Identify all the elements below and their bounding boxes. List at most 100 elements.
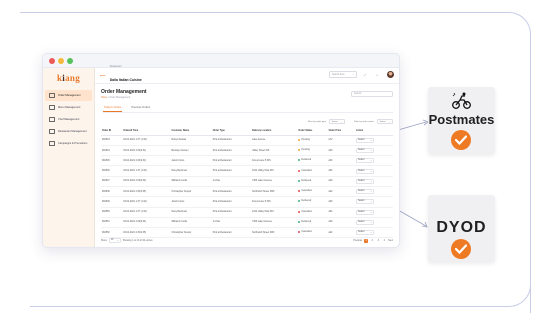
check-icon [455, 135, 467, 145]
table-cell: £22 [327, 186, 356, 198]
table-cell: Pick at Restaurant [211, 155, 252, 167]
page-button[interactable]: 1 [364, 238, 369, 243]
action-select[interactable]: Select ⌄ [355, 227, 393, 239]
dyod-check-badge [451, 239, 471, 259]
table-cell: Forest Lane 5 WS [251, 196, 298, 208]
close-dot[interactable] [49, 57, 55, 64]
page-button[interactable]: 3 [376, 239, 380, 243]
notification-icon[interactable]: ⌂ [376, 73, 378, 77]
status-badge: Pending [297, 145, 328, 157]
action-select[interactable]: Select ⌄ [355, 165, 393, 177]
table-cell: Dany Beckman [170, 207, 212, 218]
sidebar-item-campaigns[interactable]: Campaigns & Promotions [45, 138, 92, 149]
maximize-dot[interactable] [67, 57, 73, 64]
next-page-button[interactable]: Next [388, 240, 393, 242]
table-row: 994546 03-04-2021 1:37 (1:42) Dany Beckman… [101, 165, 393, 177]
tab-todays-orders[interactable]: Today's Orders [103, 104, 123, 112]
col-order-id[interactable]: Order ID [101, 128, 123, 136]
action-select[interactable]: Select ⌄ [355, 186, 393, 198]
status-dot [298, 169, 301, 172]
action-select[interactable]: Select ⌄ [355, 207, 393, 218]
page-size-select[interactable]: 10 ⌄ [108, 238, 121, 243]
page-search-input[interactable]: Search [351, 91, 393, 97]
table-cell: Pick at Restaurant [211, 196, 252, 208]
sidebar-item-order-management[interactable]: Order Management [45, 90, 92, 101]
table-cell: Jacob Cross [170, 155, 212, 167]
table-cell: Lake Avenue [251, 135, 298, 146]
window-titlebar [43, 54, 399, 68]
status-badge: Cancelled [297, 165, 328, 177]
status-badge: Delivered [297, 176, 328, 188]
check-icon [455, 244, 467, 254]
chevron-down-icon: ⌄ [370, 150, 373, 153]
sidebar-item-restaurant-management[interactable]: Restaurant Management [45, 126, 92, 137]
dyod-label: DYOD [436, 219, 487, 236]
action-select[interactable]: Select ⌄ [355, 217, 393, 229]
status-dot [298, 159, 301, 162]
col-order-type[interactable]: Order Type [211, 128, 252, 136]
sidebar-item-chef-management[interactable]: Chef Management [45, 114, 92, 125]
table-cell: 994552 [101, 227, 123, 239]
sidebar-item-menu-management[interactable]: Menu Management [45, 102, 92, 113]
expand-icon[interactable]: ⤢ [364, 73, 366, 77]
action-select[interactable]: Select ⌄ [355, 155, 393, 167]
action-select[interactable]: Select ⌄ [355, 135, 393, 146]
postmates-card: Postmates [428, 87, 495, 154]
dyod-card: DYOD [428, 195, 495, 262]
table-cell: 994550 [101, 207, 123, 218]
avatar[interactable] [387, 71, 394, 78]
filter-type-label: Filter by order type [307, 120, 327, 123]
status-badge: Delivered [297, 196, 328, 208]
action-select[interactable]: Select ⌄ [355, 176, 393, 188]
table-cell: Williams Cooks [170, 176, 212, 188]
col-ordered-time[interactable]: Ordered Time [122, 128, 171, 136]
table-cell: 994543 [101, 135, 123, 146]
app-logo: kiang [56, 73, 81, 83]
chevron-down-icon: ⌄ [370, 139, 373, 142]
col-delivery-location[interactable]: Delivery Location [251, 128, 298, 136]
status-badge: Pending [297, 135, 328, 146]
table-cell: Pick at Restaurant [211, 145, 252, 157]
show-label: Show [101, 239, 107, 242]
table-cell: 03-04-2021 2:30(2:35) [122, 227, 171, 239]
col-order-status[interactable]: Order Status [297, 128, 328, 136]
table-cell: £46 [327, 176, 356, 188]
table-cell: 7300 Laker Avenue [251, 217, 298, 229]
action-select[interactable]: Select ⌄ [355, 145, 393, 157]
table-cell: Pick at Restaurant [211, 165, 252, 177]
order-tabs: Today's Orders Previous Orders [103, 104, 393, 113]
action-select[interactable]: Select ⌄ [355, 196, 393, 208]
table-row: 994545 03-04-2021 2:26(2:31) Jacob Cross Pi… [101, 155, 393, 167]
chevron-down-icon: ⌄ [370, 170, 373, 173]
restaurant-icon [49, 129, 55, 134]
orders-icon [49, 93, 55, 98]
back-arrow-icon[interactable]: ⟵ [100, 73, 106, 78]
table-row: 994547 03-04-2021 2:29(2:34) Williams Cook… [101, 176, 393, 188]
minimize-dot[interactable] [58, 57, 64, 64]
status-dot [298, 231, 301, 234]
filter-status-label: Filter by order status [354, 120, 374, 123]
orders-table: Order ID Ordered Time Customer Name Orde… [101, 128, 393, 239]
status-badge: Delivered [297, 155, 328, 167]
table-cell: Bentsky Carmen [170, 145, 212, 157]
table-cell: £30 [327, 196, 356, 208]
filter-type-select[interactable]: Select ⌄ [329, 119, 346, 124]
table-cell: 994551 [101, 217, 123, 229]
tab-previous-orders[interactable]: Previous Orders [130, 104, 151, 112]
table-cell: 03-04-2021 1:37 (1:42) [122, 165, 171, 177]
sidebar: kiang Order Management Menu Management C… [43, 68, 95, 247]
filter-status-select[interactable]: Select ⌄ [377, 119, 393, 124]
chevron-down-icon: ⌄ [370, 232, 373, 235]
header-search-input[interactable]: Search here ⌕ [329, 71, 357, 78]
prev-page-button[interactable]: Previous [353, 240, 362, 242]
table-cell: £30 [327, 155, 356, 167]
col-customer-name[interactable]: Customer Name [170, 128, 212, 136]
page-button[interactable]: 2 [370, 239, 374, 243]
top-header: ⟵ Restaurant Dalla Italian Cuisine Searc… [95, 65, 399, 84]
table-cell: £72 [327, 135, 356, 146]
table-cell: Northwich Street 3WF [251, 227, 298, 239]
page-button[interactable]: 4 [382, 239, 386, 243]
chevron-down-icon: ⌄ [370, 160, 373, 163]
postmates-courier-icon [452, 92, 471, 109]
col-order-price[interactable]: Order Price [327, 128, 356, 136]
